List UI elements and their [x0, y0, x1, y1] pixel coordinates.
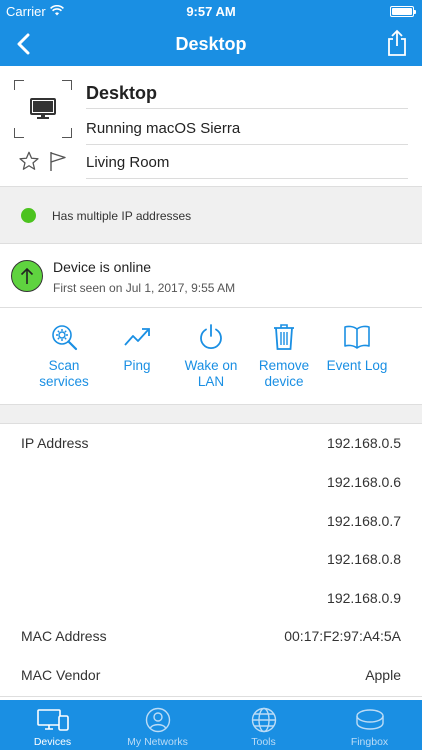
device-details: IP Address 192.168.0.5 192.168.0.6 192.1… [0, 424, 422, 700]
tab-label: My Networks [127, 736, 188, 748]
share-icon [388, 29, 406, 56]
divider [86, 108, 408, 109]
mac-address-value[interactable]: 00:17:F2:97:A4:5A [284, 628, 401, 644]
fingbox-icon [355, 706, 385, 734]
device-card: Desktop Running macOS Sierra Living Room [0, 66, 422, 186]
action-label: Event Log [326, 358, 388, 373]
ip-address-value[interactable]: 192.168.0.8 [327, 551, 401, 567]
event-log-button[interactable]: Event Log [320, 322, 394, 374]
nav-bar: Desktop [0, 22, 422, 66]
globe-icon [251, 706, 277, 734]
action-label: LAN [197, 374, 225, 389]
tab-devices[interactable]: Devices [0, 700, 105, 750]
star-icon[interactable] [18, 150, 40, 172]
divider [86, 178, 408, 179]
tab-tools[interactable]: Tools [211, 700, 316, 750]
book-icon [342, 322, 372, 352]
mac-vendor-label: MAC Vendor [21, 667, 101, 683]
trash-icon [269, 322, 299, 352]
ip-address-value[interactable]: 192.168.0.5 [327, 435, 401, 451]
mac-address-label: MAC Address [21, 628, 107, 644]
ip-address-value[interactable]: 192.168.0.7 [327, 513, 401, 529]
remove-device-button[interactable]: Remove device [247, 322, 321, 390]
online-status-row: Device is online First seen on Jul 1, 20… [0, 244, 422, 308]
status-title: Device is online [53, 259, 152, 275]
power-icon [196, 322, 226, 352]
status-time: 9:57 AM [186, 4, 236, 19]
mac-vendor-value: Apple [365, 667, 401, 683]
scan-services-button[interactable]: Scan services [27, 322, 101, 390]
tab-bar: Devices My Networks Tools Fingbox [0, 700, 422, 750]
page-title: Desktop [175, 34, 247, 54]
action-bar: Scan services Ping Wake on LAN Remove de… [0, 308, 422, 404]
alert-status-dot [21, 208, 36, 223]
arrow-up-icon [11, 260, 43, 292]
share-button[interactable] [382, 26, 412, 60]
ip-address-label: IP Address [21, 435, 89, 451]
action-label: device [264, 374, 304, 389]
user-icon [145, 706, 171, 734]
flag-icon[interactable] [48, 150, 68, 172]
action-label: Ping [123, 358, 151, 373]
device-os: Running macOS Sierra [86, 120, 241, 137]
tab-my-networks[interactable]: My Networks [105, 700, 210, 750]
wake-on-lan-button[interactable]: Wake on LAN [174, 322, 248, 390]
tab-label: Tools [251, 736, 276, 748]
ping-icon [122, 322, 152, 352]
status-bar: Carrier 9:57 AM [0, 0, 422, 22]
status-first-seen: First seen on Jul 1, 2017, 9:55 AM [53, 281, 236, 295]
tab-label: Fingbox [350, 736, 389, 748]
ip-address-value[interactable]: 192.168.0.6 [327, 474, 401, 490]
tab-label: Devices [33, 736, 72, 748]
ping-button[interactable]: Ping [100, 322, 174, 374]
device-name: Desktop [86, 83, 158, 103]
ip-address-value[interactable]: 192.168.0.9 [327, 590, 401, 606]
monitor-icon [30, 98, 56, 119]
divider [86, 144, 408, 145]
action-label: Scan [48, 358, 80, 373]
scan-services-icon [49, 322, 79, 352]
action-label: Remove [258, 358, 310, 373]
action-label: services [39, 374, 89, 389]
action-label: Wake on [184, 358, 238, 373]
device-thumbnail[interactable] [14, 80, 72, 138]
alert-text: Has multiple IP addresses [52, 209, 192, 223]
tab-fingbox[interactable]: Fingbox [317, 700, 422, 750]
devices-icon [36, 706, 69, 734]
alert-row[interactable]: Has multiple IP addresses [0, 186, 422, 244]
device-location[interactable]: Living Room [86, 154, 169, 171]
battery-icon [390, 6, 416, 17]
section-separator [0, 404, 422, 424]
